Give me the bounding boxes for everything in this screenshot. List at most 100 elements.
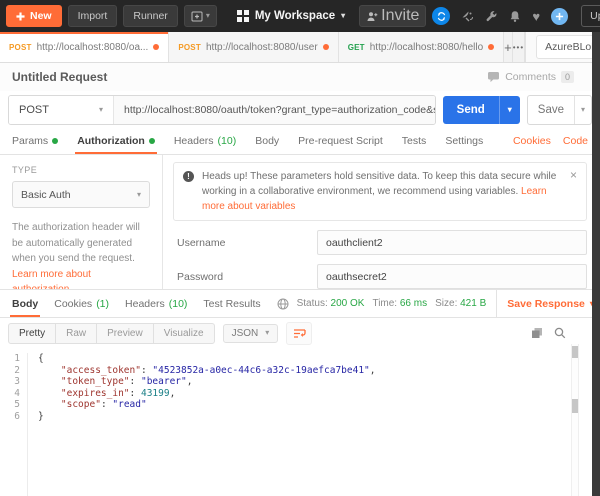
response-tab-bar: Body Cookies(1) Headers(10) Test Results St… xyxy=(0,289,600,318)
save-response-button[interactable]: Save Response ▾ xyxy=(496,290,594,317)
wrap-text-button[interactable] xyxy=(286,322,312,345)
request-tab[interactable]: POSThttp://localhost:8080/user xyxy=(169,32,338,62)
tab-tests[interactable]: Tests xyxy=(402,128,427,154)
code-link[interactable]: Code xyxy=(563,135,588,147)
chevron-down-icon: ▾ xyxy=(206,12,210,20)
request-tab-list: Params Authorization Headers(10) Body Pre-re… xyxy=(12,128,483,154)
comments-button[interactable]: Comments 0 xyxy=(487,71,574,83)
tab-label: Tests xyxy=(402,135,427,147)
tab-label: Authorization xyxy=(77,135,145,147)
satellite-icon[interactable] xyxy=(461,10,474,23)
format-select[interactable]: JSON ▾ xyxy=(223,324,279,343)
tab-headers[interactable]: Headers(10) xyxy=(174,128,236,154)
format-value: JSON xyxy=(232,328,259,339)
scrollbar-thumb[interactable] xyxy=(572,346,578,358)
auth-type-select[interactable]: Basic Auth ▾ xyxy=(12,181,150,208)
new-window-button[interactable]: ▾ xyxy=(184,5,217,27)
cookies-link[interactable]: Cookies xyxy=(513,135,551,147)
response-tab-body[interactable]: Body xyxy=(12,290,38,317)
unsaved-dot xyxy=(323,44,329,50)
sync-icon[interactable] xyxy=(432,7,450,25)
response-tab-cookies[interactable]: Cookies(1) xyxy=(54,290,109,317)
time-value: 66 ms xyxy=(400,298,427,309)
tab-authorization[interactable]: Authorization xyxy=(77,128,155,154)
runner-button[interactable]: Runner xyxy=(123,5,177,27)
username-label: Username xyxy=(173,237,317,249)
more-tabs-button[interactable]: ••• xyxy=(513,32,525,62)
add-tab-button[interactable]: + xyxy=(504,32,513,62)
new-button[interactable]: New xyxy=(6,5,62,27)
environment-select[interactable]: AzureBLob ▾ xyxy=(536,35,600,59)
tab-params[interactable]: Params xyxy=(12,128,58,154)
response-meta: Status: 200 OK Time: 66 ms Size: 421 B S… xyxy=(277,290,594,317)
grid-icon xyxy=(237,10,249,22)
password-label: Password xyxy=(173,271,317,283)
response-scrollbar[interactable] xyxy=(571,344,579,496)
method-label: POST xyxy=(9,43,32,52)
save-button[interactable]: Save ▾ xyxy=(527,95,592,125)
bell-icon[interactable] xyxy=(509,10,521,23)
token: 43199 xyxy=(141,388,170,399)
tab-strip: POSThttp://localhost:8080/oa...POSThttp:… xyxy=(0,32,600,63)
send-button[interactable]: Send ▾ xyxy=(443,96,520,124)
request-title-row: Untitled Request Comments 0 xyxy=(0,63,600,91)
wrench-icon[interactable] xyxy=(485,10,498,23)
auth-form-column: ! Heads up! These parameters hold sensit… xyxy=(163,155,600,289)
workspace-label: My Workspace xyxy=(255,10,335,22)
save-response-label: Save Response xyxy=(507,298,585,310)
view-mode-visualize[interactable]: Visualize xyxy=(154,324,214,343)
method-value: POST xyxy=(19,104,49,116)
password-field[interactable]: oauthsecret2 xyxy=(317,264,587,289)
scrollbar-thumb[interactable] xyxy=(572,399,578,413)
view-mode-pretty[interactable]: Pretty xyxy=(9,324,56,343)
response-body-viewer[interactable]: 123456 { "access_token": "4523852a-a0ec-… xyxy=(0,348,600,496)
tab-label: Headers xyxy=(125,298,165,310)
close-icon[interactable]: × xyxy=(570,169,577,181)
method-select[interactable]: POST ▾ xyxy=(9,96,114,124)
code-line: "token_type": "bearer", xyxy=(38,376,376,388)
request-tab[interactable]: GEThttp://localhost:8080/hello xyxy=(339,32,504,62)
chevron-down-icon: ▾ xyxy=(137,191,141,199)
send-options-caret[interactable]: ▾ xyxy=(499,96,520,124)
upgrade-button[interactable]: Upgrade ▾ xyxy=(581,5,600,27)
view-mode-raw[interactable]: Raw xyxy=(56,324,97,343)
workspace-switcher[interactable]: My Workspace ▾ xyxy=(237,10,345,22)
request-tab[interactable]: POSThttp://localhost:8080/oa... xyxy=(0,32,169,62)
new-window-icon xyxy=(191,11,203,22)
status-value: 200 OK xyxy=(331,298,365,309)
invite-button[interactable]: Invite xyxy=(359,5,426,27)
search-icon[interactable] xyxy=(554,327,566,339)
line-number-gutter: 123456 xyxy=(0,353,28,496)
size-value: 421 B xyxy=(460,298,486,309)
token: , xyxy=(370,365,376,376)
tab-body[interactable]: Body xyxy=(255,128,279,154)
method-label: GET xyxy=(348,43,365,52)
view-mode-preview[interactable]: Preview xyxy=(97,324,154,343)
copy-icon[interactable] xyxy=(531,327,543,339)
tab-settings[interactable]: Settings xyxy=(445,128,483,154)
chevron-down-icon: ▾ xyxy=(581,106,585,114)
window-scrollbar[interactable] xyxy=(592,32,600,496)
response-tab-test-results[interactable]: Test Results xyxy=(203,290,260,317)
save-options-caret[interactable]: ▾ xyxy=(574,96,591,124)
url-box: POST ▾ http://localhost:8080/oauth/token… xyxy=(8,95,436,125)
token: : xyxy=(130,376,141,387)
response-tab-headers[interactable]: Headers(10) xyxy=(125,290,187,317)
tab-pre-request-script[interactable]: Pre-request Script xyxy=(298,128,383,154)
heart-icon[interactable]: ♥ xyxy=(532,10,540,23)
username-field[interactable]: oauthclient2 xyxy=(317,230,587,255)
json-body: { "access_token": "4523852a-a0ec-44c6-a3… xyxy=(28,353,376,496)
help-plus-icon[interactable] xyxy=(551,8,568,25)
request-title[interactable]: Untitled Request xyxy=(12,70,107,84)
auth-type-label: TYPE xyxy=(12,165,150,175)
import-button[interactable]: Import xyxy=(68,5,118,27)
code-line: { xyxy=(38,353,376,365)
line-number: 5 xyxy=(0,399,20,411)
comments-label: Comments xyxy=(505,71,556,83)
tab-label: Settings xyxy=(445,135,483,147)
url-input[interactable]: http://localhost:8080/oauth/token?grant_… xyxy=(114,96,435,124)
invite-user-icon xyxy=(366,11,378,22)
environment-value: AzureBLob xyxy=(545,41,597,53)
warning-body: Heads up! These parameters hold sensitiv… xyxy=(202,171,556,197)
line-number: 1 xyxy=(0,353,20,365)
